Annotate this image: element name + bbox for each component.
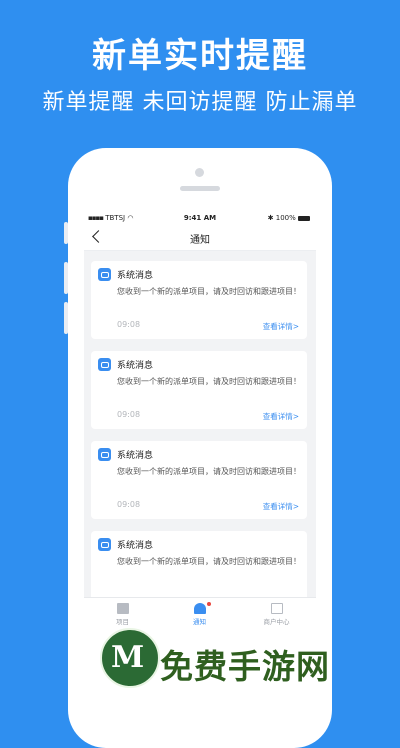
- notification-card[interactable]: 系统消息 您收到一个新的派单项目，请及时回访和跟进项目！ 09:08 查看详情>: [91, 261, 307, 339]
- notification-time: 09:08: [117, 410, 141, 419]
- speaker-grille: [180, 186, 220, 191]
- notification-title: 系统消息: [117, 541, 154, 551]
- notification-body: 您收到一个新的派单项目，请及时回访和跟进项目！: [117, 557, 301, 566]
- view-details-link[interactable]: 查看详情>: [263, 411, 299, 422]
- nav-bar: 通知: [84, 226, 316, 251]
- tab-projects[interactable]: 项目: [84, 598, 161, 630]
- notification-title: 系统消息: [117, 361, 154, 371]
- notification-list[interactable]: 系统消息 您收到一个新的派单项目，请及时回访和跟进项目！ 09:08 查看详情>…: [84, 251, 316, 609]
- phone-side-button: [64, 262, 68, 294]
- message-icon: [98, 538, 111, 551]
- camera-icon: [195, 168, 204, 177]
- message-icon: [98, 268, 111, 281]
- watermark-subtext: MIANFEISHOUYOU: [160, 681, 267, 691]
- battery-icon: [298, 215, 310, 221]
- notification-body: 您收到一个新的派单项目，请及时回访和跟进项目！: [117, 287, 301, 296]
- battery-indicator: ✱ 100%: [268, 214, 310, 222]
- unread-dot: [206, 602, 211, 606]
- hero-title: 新单实时提醒: [92, 36, 308, 76]
- notification-body: 您收到一个新的派单项目，请及时回访和跟进项目！: [117, 377, 301, 386]
- notification-card[interactable]: 系统消息 您收到一个新的派单项目，请及时回访和跟进项目！ 09:08 查看详情>: [91, 441, 307, 519]
- watermark-logo-letter: M: [111, 640, 145, 675]
- tab-bar: 项目 通知 商户中心: [84, 597, 316, 630]
- hero-subtitle: 新单提醒 未回访提醒 防止漏单: [42, 90, 358, 115]
- folder-icon: [116, 603, 129, 614]
- bell-icon: [193, 602, 211, 614]
- status-bar: ▪▪▪▪ TBTSJ ◠ 9:41 AM ✱ 100%: [84, 210, 316, 226]
- tab-label: 项目: [116, 618, 129, 626]
- phone-side-button: [64, 302, 68, 334]
- notification-title: 系统消息: [117, 271, 154, 281]
- notification-card[interactable]: 系统消息 您收到一个新的派单项目，请及时回访和跟进项目！ 09:08 查看详情>: [91, 351, 307, 429]
- phone-side-button: [64, 222, 68, 244]
- view-details-link[interactable]: 查看详情>: [263, 321, 299, 332]
- page-title: 通知: [190, 235, 210, 246]
- tab-notifications[interactable]: 通知: [161, 598, 238, 630]
- notification-time: 09:08: [117, 320, 141, 329]
- message-icon: [98, 448, 111, 461]
- tab-label: 通知: [193, 618, 206, 626]
- view-details-link[interactable]: 查看详情>: [263, 501, 299, 512]
- bluetooth-icon: ✱: [267, 214, 274, 222]
- message-icon: [98, 358, 111, 371]
- tab-label: 商户中心: [263, 618, 290, 626]
- notification-body: 您收到一个新的派单项目，请及时回访和跟进项目！: [117, 467, 301, 476]
- app-screen: ▪▪▪▪ TBTSJ ◠ 9:41 AM ✱ 100% 通知 系统消息 您收到一…: [84, 210, 316, 630]
- store-icon: [270, 603, 283, 614]
- notification-time: 09:08: [117, 500, 141, 509]
- tab-merchant-center[interactable]: 商户中心: [238, 598, 315, 630]
- notification-title: 系统消息: [117, 451, 154, 461]
